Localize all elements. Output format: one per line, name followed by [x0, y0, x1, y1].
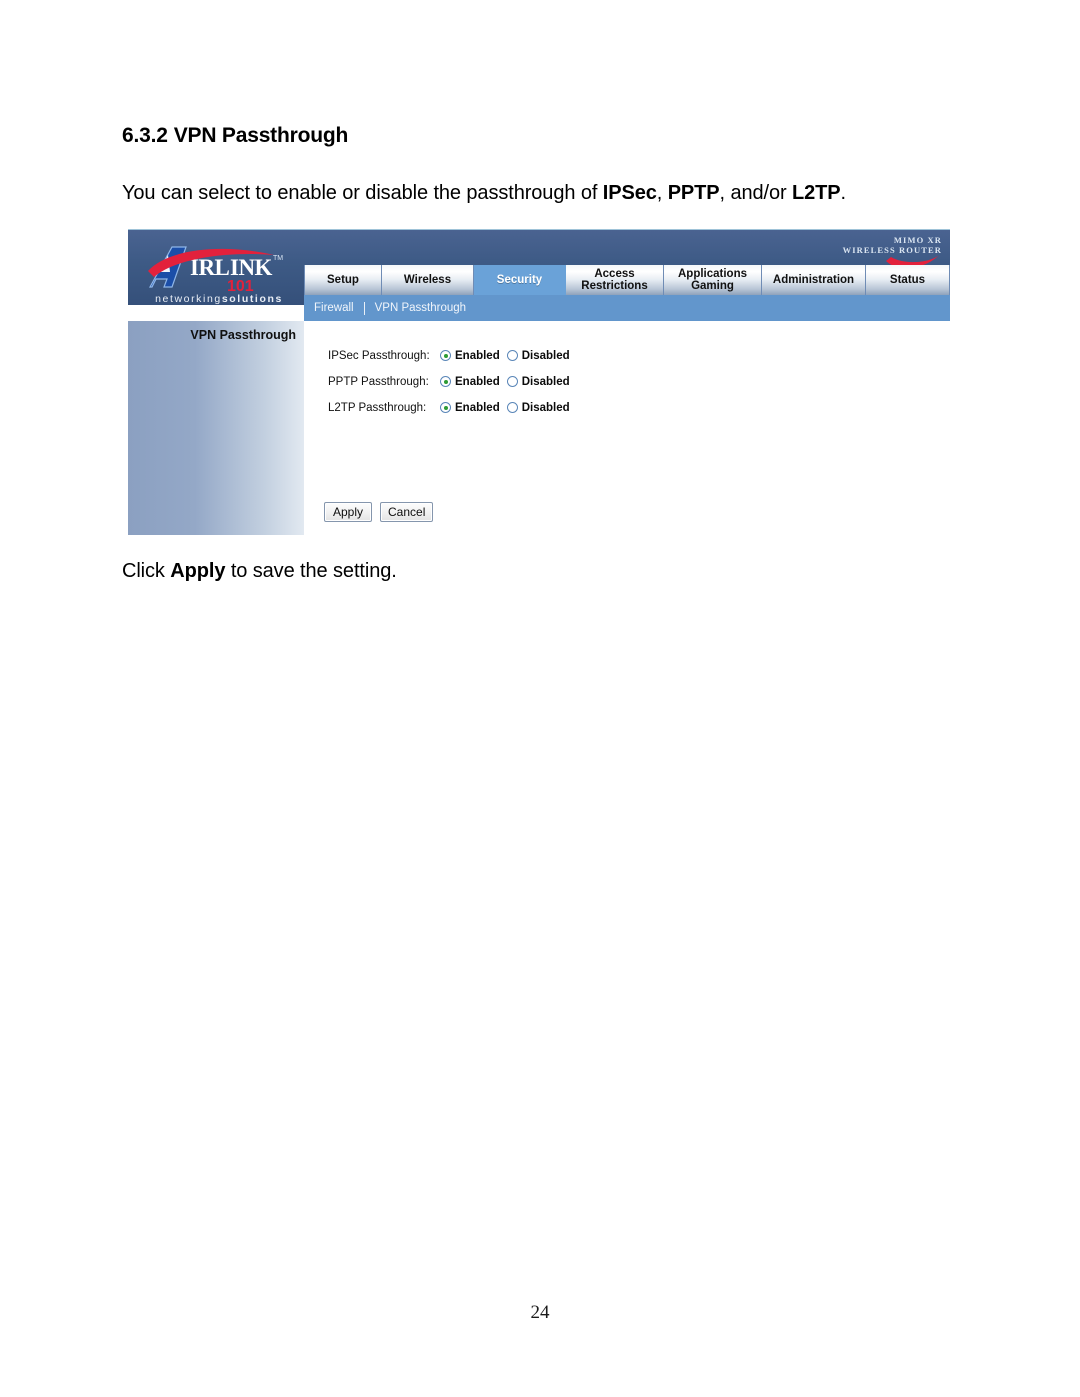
intro-term-l2tp: L2TP	[792, 182, 841, 204]
page-title: 6.3.2 VPN Passthrough	[122, 124, 348, 148]
pptp-enabled-radio[interactable]	[440, 376, 451, 387]
outro-term-apply: Apply	[170, 560, 226, 582]
ipsec-passthrough-label: IPSec Passthrough:	[328, 349, 430, 362]
side-panel-title: VPN Passthrough	[190, 328, 296, 342]
tab-access-restrictions-label-line2: Restrictions	[581, 280, 648, 292]
l2tp-disabled-option[interactable]: Disabled	[506, 401, 570, 414]
intro-suffix: .	[840, 182, 847, 204]
primary-tabs: Setup Wireless Security Access Restricti…	[304, 265, 950, 295]
section-title: VPN Passthrough	[173, 124, 349, 147]
tab-wireless-label: Wireless	[403, 273, 452, 286]
l2tp-enabled-label: Enabled	[455, 401, 500, 414]
tab-administration-label: Administration	[772, 273, 855, 286]
secondary-nav: Firewall VPN Passthrough	[304, 295, 950, 321]
intro-mid-1: ,	[656, 182, 668, 204]
tagline-bold: solutions	[221, 293, 283, 305]
l2tp-passthrough-radio-group: Enabled Disabled	[440, 402, 577, 414]
outro-suffix: to save the setting.	[225, 560, 397, 582]
airlink-logo: IRL INK TM 101 networkingsolutions	[128, 229, 304, 327]
pptp-enabled-option[interactable]: Enabled	[440, 376, 500, 388]
ipsec-disabled-option[interactable]: Disabled	[506, 349, 570, 362]
ipsec-enabled-option[interactable]: Enabled	[440, 350, 500, 362]
subnav-item-firewall[interactable]: Firewall	[304, 302, 364, 314]
pptp-disabled-option[interactable]: Disabled	[506, 375, 570, 388]
form-row-ipsec: IPSec Passthrough: Enabled Disabled	[328, 347, 577, 364]
ipsec-passthrough-radio-group: Enabled Disabled	[440, 350, 577, 362]
l2tp-disabled-label: Disabled	[521, 401, 570, 414]
page-number: 24	[530, 1302, 550, 1323]
tab-setup[interactable]: Setup	[304, 265, 382, 295]
l2tp-passthrough-label: L2TP Passthrough:	[328, 401, 427, 414]
router-body: VPN Passthrough IPSec Passthrough: Enabl…	[128, 321, 950, 537]
ipsec-disabled-radio[interactable]	[506, 350, 518, 361]
svg-text:101: 101	[227, 278, 254, 293]
tab-wireless[interactable]: Wireless	[382, 265, 474, 295]
tab-applications-gaming[interactable]: Applications Gaming	[664, 265, 762, 295]
intro-mid-2: , and/or	[719, 182, 793, 204]
apply-button[interactable]: Apply	[324, 502, 372, 522]
ipsec-enabled-radio[interactable]	[440, 350, 451, 361]
svg-text:INK: INK	[230, 255, 273, 280]
l2tp-enabled-radio[interactable]	[440, 402, 451, 413]
ipsec-enabled-label: Enabled	[455, 349, 500, 362]
side-panel: VPN Passthrough	[128, 321, 304, 535]
pptp-passthrough-label: PPTP Passthrough:	[328, 375, 429, 388]
tab-access-restrictions[interactable]: Access Restrictions	[566, 265, 664, 295]
airlink-tagline: networkingsolutions	[140, 293, 298, 305]
form-row-pptp: PPTP Passthrough: Enabled Disabled	[328, 373, 577, 390]
tab-security-label: Security	[496, 273, 543, 286]
vpn-passthrough-form: IPSec Passthrough: Enabled Disabled PPTP…	[304, 321, 950, 535]
form-actions: Apply Cancel	[324, 502, 434, 522]
tab-security[interactable]: Security	[474, 265, 566, 295]
cancel-button[interactable]: Cancel	[380, 502, 434, 522]
document-page: 6.3.2 VPN Passthrough You can select to e…	[0, 0, 1080, 1397]
tab-applications-gaming-label-line2: Gaming	[691, 280, 734, 292]
intro-term-pptp: PPTP	[667, 182, 720, 204]
ipsec-disabled-label: Disabled	[521, 349, 570, 362]
form-row-l2tp: L2TP Passthrough: Enabled Disabled	[328, 399, 577, 416]
airlink-logo-mark: IRL INK TM 101	[148, 246, 283, 293]
pptp-disabled-label: Disabled	[521, 375, 570, 388]
pptp-disabled-radio[interactable]	[506, 376, 518, 387]
outro-paragraph: Click Apply to save the setting.	[122, 560, 397, 583]
tagline-light: networking	[155, 293, 222, 305]
intro-paragraph: You can select to enable or disable the …	[122, 182, 846, 205]
l2tp-enabled-option[interactable]: Enabled	[440, 402, 500, 414]
intro-term-ipsec: IPSec	[602, 182, 657, 204]
tab-administration[interactable]: Administration	[762, 265, 866, 295]
tab-access-restrictions-label-line1: Access	[594, 267, 635, 280]
l2tp-disabled-radio[interactable]	[506, 402, 518, 413]
section-number: 6.3.2	[122, 124, 168, 147]
intro-prefix: You can select to enable or disable the …	[122, 182, 603, 204]
outro-prefix: Click	[122, 560, 171, 582]
router-admin-screenshot: MIMO XR WIRELESS ROUTER IRL INK TM 101 n…	[128, 229, 950, 537]
svg-text:TM: TM	[273, 255, 283, 262]
tab-status[interactable]: Status	[866, 265, 950, 295]
tab-status-label: Status	[889, 273, 926, 286]
subnav-item-vpn-passthrough[interactable]: VPN Passthrough	[365, 302, 476, 314]
pptp-passthrough-radio-group: Enabled Disabled	[440, 376, 577, 388]
pptp-enabled-label: Enabled	[455, 375, 500, 388]
tab-applications-gaming-label-line1: Applications	[677, 267, 747, 280]
tab-setup-label: Setup	[327, 273, 359, 286]
